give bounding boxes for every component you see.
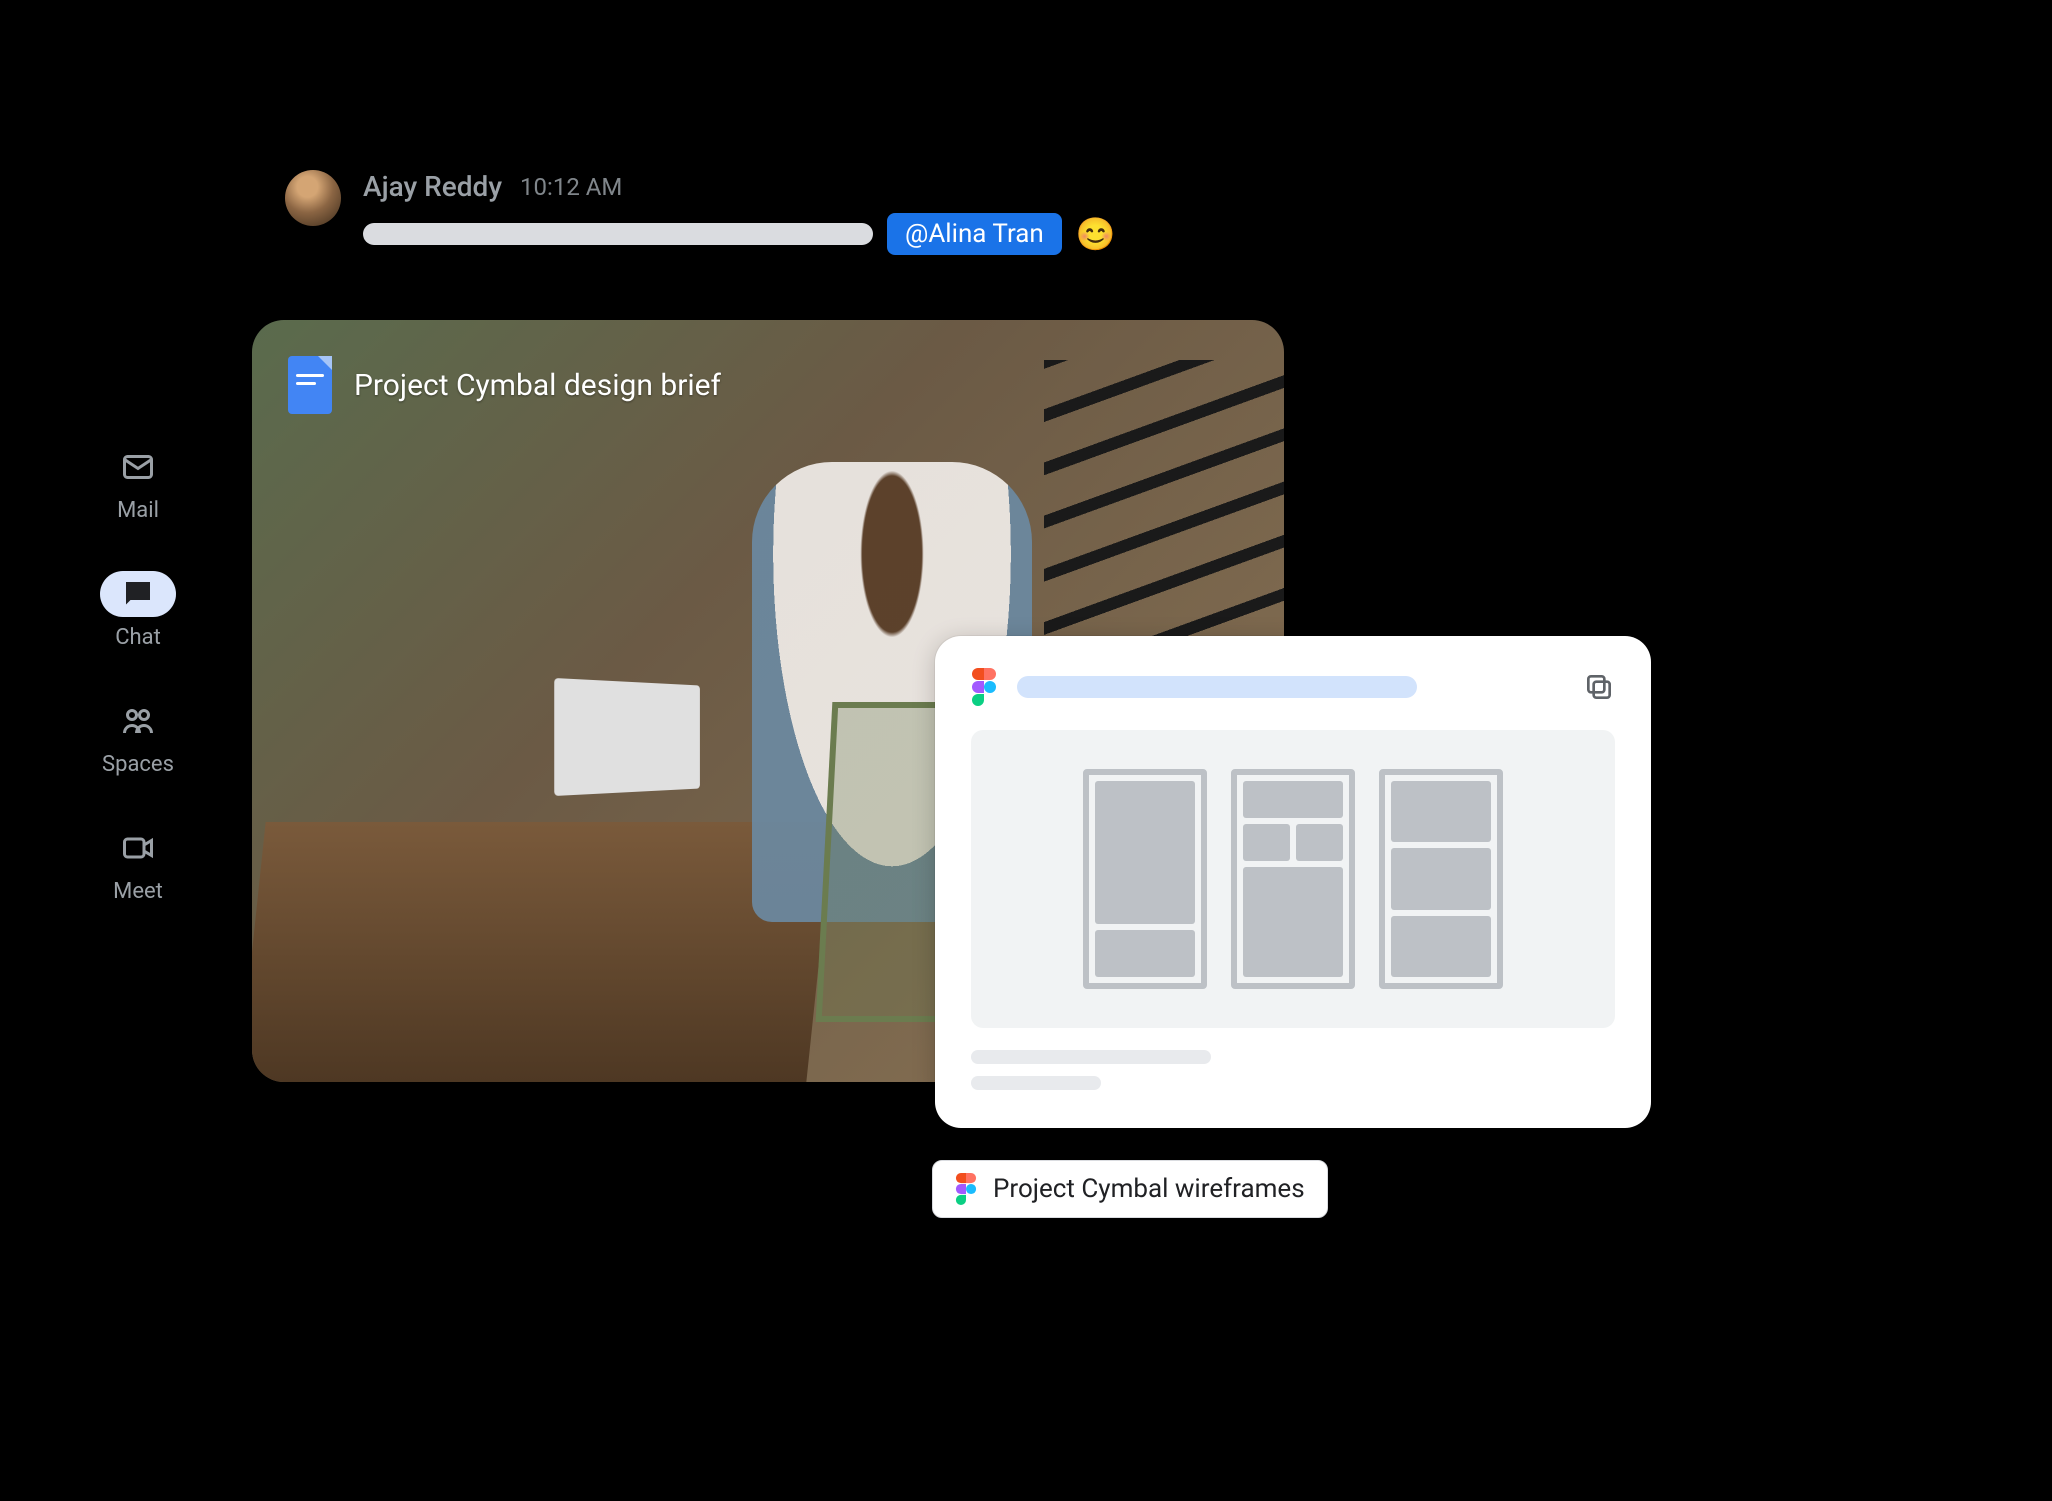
nav-spaces[interactable]: Spaces (100, 698, 176, 777)
figma-icon (971, 668, 997, 706)
smile-emoji: 😊 (1076, 215, 1116, 253)
figma-link-chip[interactable]: Project Cymbal wireframes (932, 1160, 1328, 1218)
nav-label-spaces: Spaces (102, 752, 174, 777)
wireframe-preview (971, 730, 1615, 1028)
figma-icon (955, 1173, 977, 1205)
nav-mail[interactable]: Mail (100, 444, 176, 523)
copy-icon[interactable] (1583, 671, 1615, 703)
sender-name: Ajay Reddy (363, 170, 502, 203)
sender-avatar[interactable] (285, 170, 341, 226)
spaces-icon (120, 703, 156, 739)
figma-title-placeholder (1017, 676, 1417, 698)
mention-chip[interactable]: @Alina Tran (887, 213, 1062, 255)
figma-chip-label: Project Cymbal wireframes (993, 1174, 1305, 1204)
figma-preview-card[interactable] (935, 636, 1651, 1128)
figma-caption-placeholder (971, 1050, 1615, 1090)
chat-icon (120, 576, 156, 612)
nav-label-chat: Chat (115, 625, 161, 650)
doc-title: Project Cymbal design brief (354, 368, 721, 403)
meet-icon (120, 830, 156, 866)
message-timestamp: 10:12 AM (520, 173, 622, 201)
nav-meet[interactable]: Meet (100, 825, 176, 904)
app-sidebar: Mail Chat Spaces Meet (100, 444, 176, 904)
nav-chat[interactable]: Chat (100, 571, 176, 650)
message-text-placeholder (363, 223, 873, 245)
nav-label-mail: Mail (117, 498, 159, 523)
google-docs-icon (288, 356, 332, 414)
mail-icon (120, 449, 156, 485)
nav-label-meet: Meet (113, 879, 163, 904)
chat-message: Ajay Reddy 10:12 AM @Alina Tran 😊 (285, 170, 1116, 255)
